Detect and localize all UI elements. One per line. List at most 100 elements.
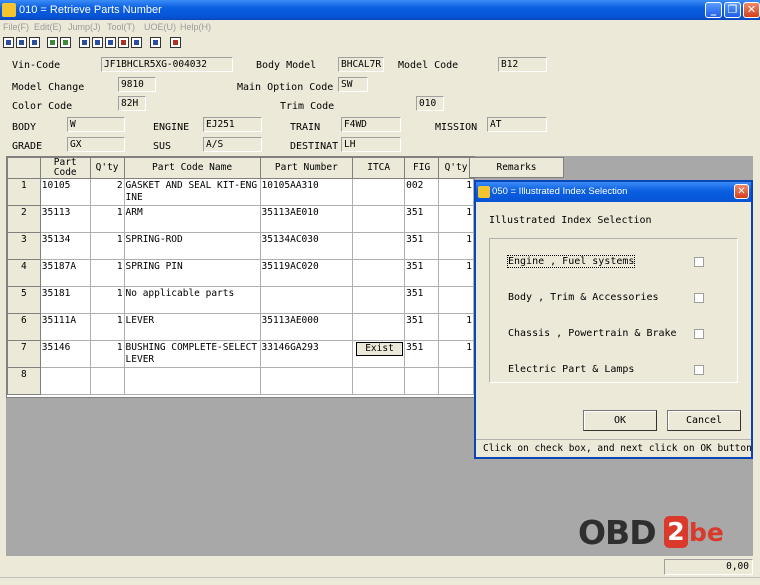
option-body-label[interactable]: Body , Trim & Accessories (508, 292, 659, 303)
close-icon: ✕ (746, 3, 757, 16)
minimize-button[interactable]: _ (705, 2, 722, 18)
cell-part-number: 33146GA293 (259, 340, 354, 368)
dialog-close-icon: ✕ (737, 186, 746, 197)
option-electric-label[interactable]: Electric Part & Lamps (508, 364, 634, 375)
option-engine-label[interactable]: Engine , Fuel systems (506, 255, 636, 268)
table-row[interactable]: 4 35187A 1 SPRING PIN 35119AC020 351 1 (7, 259, 474, 287)
row-number: 6 (7, 313, 41, 341)
tool-icon-10[interactable] (131, 37, 142, 48)
option-chassis-checkbox[interactable] (694, 329, 704, 339)
dialog-title: 050 = Illustrated Index Selection (492, 186, 628, 197)
row-number: 8 (7, 367, 41, 395)
cell-part-code: 35111A (39, 313, 91, 341)
table-row[interactable]: 5 35181 1 No applicable parts 351 (7, 286, 474, 314)
status-value: 0,00 (664, 559, 753, 575)
sus-field: A/S (203, 137, 262, 152)
cell-part-code-name: LEVER (123, 313, 261, 341)
row-number: 7 (7, 340, 41, 368)
tool-icon-4[interactable] (47, 37, 58, 48)
tool-icon-12[interactable] (170, 37, 181, 48)
engine-label: ENGINE (153, 122, 190, 133)
row-number: 2 (7, 205, 41, 233)
itca-exist-button[interactable]: Exist (356, 342, 403, 356)
dialog-title-bar: 050 = Illustrated Index Selection ✕ (476, 182, 751, 202)
option-body-checkbox[interactable] (694, 293, 704, 303)
tool-icon-8[interactable] (105, 37, 116, 48)
window-icon (2, 3, 16, 17)
dialog-close-button[interactable]: ✕ (734, 184, 749, 199)
tool-icon-9[interactable] (118, 37, 129, 48)
sus-label: SUS (153, 141, 172, 152)
cell-part-code-name: SPRING PIN (123, 259, 261, 287)
tool-icon-7[interactable] (92, 37, 103, 48)
cell-part-number: 35113AE010 (259, 205, 354, 233)
minimize-icon: _ (710, 3, 717, 16)
table-row[interactable]: 6 35111A 1 LEVER 35113AE000 351 1 (7, 313, 474, 341)
cancel-button[interactable]: Cancel (667, 410, 741, 431)
col-part-code[interactable]: Part Code (39, 157, 91, 179)
ok-button[interactable]: OK (583, 410, 657, 431)
cell-itca: Exist (352, 340, 406, 368)
menu-tool[interactable]: Tool(T) (107, 22, 135, 32)
open-icon[interactable] (3, 37, 14, 48)
model-code-label: Model Code (398, 60, 459, 71)
cell-qty2 (438, 286, 474, 314)
option-engine-checkbox[interactable] (694, 257, 704, 267)
vin-label: Vin-Code (12, 60, 61, 71)
col-fig[interactable]: FIG (404, 157, 440, 179)
cell-part-number: 35113AE000 (259, 313, 354, 341)
col-remarks[interactable]: Remarks (469, 157, 564, 178)
menu-jump[interactable]: Jump(J) (68, 22, 101, 32)
option-group: Engine , Fuel systems Body , Trim & Acce… (489, 238, 738, 383)
cell-fig (404, 367, 440, 395)
close-button[interactable]: ✕ (743, 2, 760, 18)
cell-part-code: 35181 (39, 286, 91, 314)
tool-icon-6[interactable] (79, 37, 90, 48)
table-row[interactable]: 8 (7, 367, 474, 395)
cell-itca (352, 367, 406, 395)
table-row[interactable]: 3 35134 1 SPRING-ROD 35134AC030 351 1 (7, 232, 474, 260)
tool-icon-11[interactable] (150, 37, 161, 48)
table-row[interactable]: 2 35113 1 ARM 35113AE010 351 1 (7, 205, 474, 233)
engine-field: EJ251 (203, 117, 262, 132)
mission-label: MISSION (435, 122, 478, 133)
option-electric-checkbox[interactable] (694, 365, 704, 375)
destinat-field: LH (341, 137, 401, 152)
cell-part-code-name: SPRING-ROD (123, 232, 261, 260)
cell-qty: 1 (89, 313, 125, 341)
cell-part-code (39, 367, 91, 395)
menu-uoe[interactable]: UOE(U) (144, 22, 176, 32)
col-part-code-name[interactable]: Part Code Name (123, 157, 261, 179)
print-icon[interactable] (29, 37, 40, 48)
cell-fig: 002 (404, 178, 440, 206)
grade-field: GX (67, 137, 125, 152)
row-number: 4 (7, 259, 41, 287)
col-itca[interactable]: ITCA (352, 157, 406, 179)
table-row[interactable]: 1 10105 2 GASKET AND SEAL KIT-ENGINE 10105AA… (7, 178, 474, 206)
tool-icon-5[interactable] (60, 37, 71, 48)
train-field: F4WD (341, 117, 401, 132)
menu-help[interactable]: Help(H) (180, 22, 211, 32)
row-number: 3 (7, 232, 41, 260)
body-label: BODY (12, 122, 37, 133)
menu-edit[interactable]: Edit(E) (34, 22, 62, 32)
trim-code-field: 010 (416, 96, 444, 111)
body-model-field: BHCAL7R (338, 57, 384, 72)
cell-part-code-name (123, 367, 261, 395)
cell-qty2: 1 (438, 178, 474, 206)
body-field: W (67, 117, 125, 132)
illustrated-index-dialog: 050 = Illustrated Index Selection ✕ Illu… (474, 180, 753, 459)
mission-field: AT (487, 117, 547, 132)
col-part-number[interactable]: Part Number (259, 157, 354, 179)
logo-obd: OBD (578, 513, 657, 552)
color-code-label: Color Code (12, 101, 73, 112)
save-icon[interactable] (16, 37, 27, 48)
cell-itca (352, 286, 406, 314)
restore-button[interactable]: ❐ (724, 2, 741, 18)
option-chassis-label[interactable]: Chassis , Powertrain & Brake (508, 328, 677, 339)
cell-fig: 351 (404, 340, 440, 368)
cell-qty (89, 367, 125, 395)
table-row[interactable]: 7 35146 1 BUSHING COMPLETE-SELECT LEVER 3314… (7, 340, 474, 368)
menu-file[interactable]: File(F) (3, 22, 29, 32)
col-qty[interactable]: Q'ty (89, 157, 125, 179)
